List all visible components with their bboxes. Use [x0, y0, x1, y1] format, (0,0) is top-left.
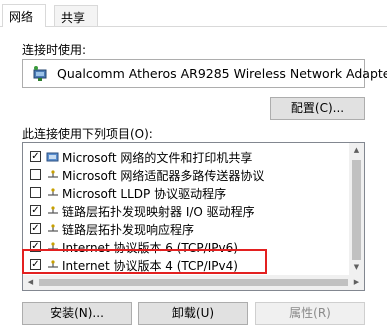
item-checkbox[interactable]: ✓: [30, 241, 41, 252]
adapter-name: Qualcomm Atheros AR9285 Wireless Network…: [57, 66, 387, 81]
list-item-ipv6[interactable]: ✓ Internet 协议版本 6 (TCP/IPv6): [23, 238, 351, 256]
properties-button: 属性(R): [255, 302, 365, 325]
protocol-icon: [48, 260, 58, 268]
list-item-multiplexor[interactable]: Microsoft 网络适配器多路传送器协议: [23, 166, 351, 184]
scroll-up-arrow-icon[interactable]: ▲: [349, 146, 364, 154]
configure-button[interactable]: 配置(C)...: [270, 97, 365, 120]
share-icon: [46, 152, 59, 162]
item-label: Microsoft 网络的文件和打印机共享: [62, 151, 253, 165]
horizontal-scroll-thumb[interactable]: [39, 279, 348, 286]
protocol-icon: [48, 188, 58, 196]
uninstall-button[interactable]: 卸载(U): [138, 302, 248, 325]
tab-divider: [0, 26, 387, 27]
component-list[interactable]: ✓ Microsoft 网络的文件和打印机共享 Microsoft 网络适配器多…: [22, 142, 365, 291]
items-label: 此连接使用下列项目(O):: [22, 127, 153, 141]
tab-sharing[interactable]: 共享: [54, 5, 98, 26]
protocol-icon: [48, 170, 58, 178]
item-checkbox[interactable]: ✓: [30, 223, 41, 234]
protocol-icon: [48, 206, 58, 214]
list-item-lltd-responder[interactable]: ✓ 链路层拓扑发现响应程序: [23, 220, 351, 238]
item-label: Internet 协议版本 6 (TCP/IPv6): [62, 241, 238, 255]
vertical-scroll-thumb[interactable]: [352, 160, 361, 260]
list-item-file-printer-sharing[interactable]: ✓ Microsoft 网络的文件和打印机共享: [23, 148, 351, 166]
vertical-scrollbar[interactable]: ▲ ▼: [349, 143, 364, 275]
install-button[interactable]: 安装(N)...: [22, 302, 132, 325]
adapter-box: Qualcomm Atheros AR9285 Wireless Network…: [22, 59, 387, 88]
list-item-lltd-mapper[interactable]: ✓ 链路层拓扑发现映射器 I/O 驱动程序: [23, 202, 351, 220]
scroll-down-arrow-icon[interactable]: ▼: [349, 263, 364, 271]
scroll-left-arrow-icon[interactable]: ◀: [23, 278, 38, 286]
item-label: Microsoft 网络适配器多路传送器协议: [62, 169, 265, 183]
item-label: Microsoft LLDP 协议驱动程序: [62, 187, 227, 201]
connect-using-label: 连接时使用:: [22, 43, 87, 57]
item-label: Internet 协议版本 4 (TCP/IPv4): [62, 259, 238, 273]
item-checkbox[interactable]: [30, 187, 41, 198]
item-checkbox[interactable]: ✓: [30, 205, 41, 216]
item-checkbox[interactable]: ✓: [30, 151, 41, 162]
tab-strip: 网络 共享: [0, 0, 387, 27]
protocol-icon: [48, 242, 58, 250]
list-item-ipv4[interactable]: ✓ Internet 协议版本 4 (TCP/IPv4): [23, 256, 351, 274]
item-label: 链路层拓扑发现映射器 I/O 驱动程序: [62, 205, 255, 219]
scroll-right-arrow-icon[interactable]: ▶: [349, 278, 364, 286]
protocol-icon: [48, 224, 58, 232]
item-label: 链路层拓扑发现响应程序: [62, 223, 195, 237]
tab-network[interactable]: 网络: [2, 4, 46, 27]
network-adapter-icon: [33, 66, 47, 81]
list-item-lldp[interactable]: Microsoft LLDP 协议驱动程序: [23, 184, 351, 202]
item-checkbox[interactable]: ✓: [30, 259, 41, 270]
item-checkbox[interactable]: [30, 169, 41, 180]
horizontal-scrollbar[interactable]: ◀ ▶: [23, 275, 364, 290]
